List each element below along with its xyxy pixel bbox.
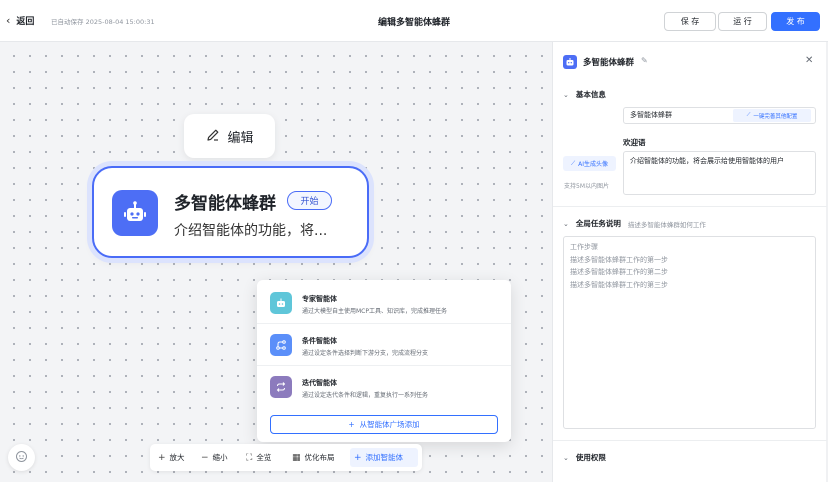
fullscreen-icon: ⛶: [246, 452, 253, 463]
robot-icon: [563, 55, 577, 69]
panel-title: 多智能体蜂群: [583, 58, 635, 68]
optimize-layout-label: 优化布局: [304, 453, 335, 462]
welcome-textarea[interactable]: 介绍智能体的功能，将会展示给使用智能体的用户: [623, 151, 816, 195]
add-agent-label: 添加智能体: [365, 453, 404, 462]
task-line: 描述多智能体蜂群工作的第一步: [570, 255, 668, 264]
menu-item-name: 条件智能体: [302, 337, 337, 345]
menu-item-iteration-agent[interactable]: 迭代智能体 通过设定迭代条件和逻辑，重复执行一系列任务: [257, 368, 511, 408]
edit-name-icon[interactable]: ✎: [641, 56, 648, 65]
menu-item-name: 专家智能体: [302, 295, 337, 303]
zoom-out-button[interactable]: − 缩小: [197, 448, 232, 467]
properties-panel: 多智能体蜂群 ✎ ✕ ⌄ 基本信息 多智能体蜂群 ⟋ 一键完善其他配置 欢迎语 …: [552, 42, 828, 482]
divider: [553, 206, 827, 207]
magic-wand-icon: ⟋: [746, 112, 751, 118]
add-agent-button[interactable]: + 添加智能体: [350, 448, 418, 467]
node-name: 多智能体蜂群: [174, 194, 276, 214]
loop-icon: [270, 376, 292, 398]
robot-avatar-icon: [112, 190, 158, 236]
section-permissions[interactable]: ⌄ 使用权限: [563, 452, 606, 463]
fit-view-label: 全览: [256, 453, 272, 462]
node-description: 介绍智能体的功能，将...: [174, 223, 328, 239]
menu-item-desc: 通过设定迭代条件和逻辑，重复执行一系列任务: [302, 392, 429, 399]
layout-icon: ▦: [292, 452, 301, 463]
publish-button[interactable]: 发 布: [771, 12, 820, 31]
start-badge: 开始: [287, 191, 332, 210]
robot-icon: [270, 292, 292, 314]
chat-icon: [15, 450, 28, 465]
menu-item-desc: 通过大模型自主使用MCP工具、知识库，完成推理任务: [302, 308, 447, 315]
ai-avatar-button[interactable]: ⟋ AI生成头像: [563, 156, 616, 171]
fit-view-button[interactable]: ⛶ 全览: [242, 448, 275, 467]
assistant-float-button[interactable]: [8, 444, 35, 471]
section-title: 全局任务说明: [575, 219, 621, 228]
add-from-plaza-label: 从智能体广场添加: [359, 420, 420, 429]
chevron-down-icon: ⌄: [563, 90, 569, 99]
menu-item-condition-agent[interactable]: 条件智能体 通过设定条件选择判断下游分支，完成流程分支: [257, 326, 511, 366]
zoom-out-label: 缩小: [212, 453, 228, 462]
section-subtitle: 描述多智能体蜂群如何工作: [627, 220, 706, 229]
zoom-in-label: 放大: [169, 453, 185, 462]
chevron-down-icon: ⌄: [563, 453, 569, 462]
add-agent-menu: 专家智能体 通过大模型自主使用MCP工具、知识库，完成推理任务 条件智能体 通过…: [257, 280, 511, 442]
task-line: 描述多智能体蜂群工作的第二步: [570, 268, 668, 276]
welcome-label: 欢迎语: [623, 138, 646, 147]
task-line: 描述多智能体蜂群工作的第三步: [570, 280, 668, 289]
divider: [553, 440, 827, 441]
close-icon[interactable]: ✕: [805, 55, 813, 66]
save-button[interactable]: 保 存: [664, 12, 716, 31]
menu-item-name: 迭代智能体: [302, 379, 337, 387]
plus-icon: +: [354, 452, 362, 463]
plus-icon: +: [348, 420, 355, 429]
canvas-toolbar: + 放大 − 缩小 ⛶ 全览 ▦ 优化布局 + 添加智能体: [150, 444, 422, 471]
section-title: 使用权限: [575, 453, 606, 462]
plus-icon: +: [158, 452, 166, 463]
run-button[interactable]: 运 行: [718, 12, 767, 31]
auto-complete-label: 一键完善其他配置: [753, 113, 798, 120]
menu-item-expert-agent[interactable]: 专家智能体 通过大模型自主使用MCP工具、知识库，完成推理任务: [257, 284, 511, 324]
section-basic-info[interactable]: ⌄ 基本信息: [563, 89, 606, 100]
top-bar: ‹ 返回 已自动保存 2025-08-04 15:00:31 编辑多智能体蜂群 …: [0, 0, 828, 42]
ai-avatar-label: AI生成头像: [578, 161, 609, 168]
chevron-down-icon: ⌄: [563, 219, 569, 228]
upload-hint: 支持5M以内图片: [564, 183, 609, 190]
magic-wand-icon: ⟋: [570, 159, 576, 167]
task-line: 工作步骤: [570, 243, 598, 251]
add-from-plaza-button[interactable]: + 从智能体广场添加: [270, 415, 498, 434]
section-title: 基本信息: [575, 90, 606, 99]
branch-icon: [270, 334, 292, 356]
minus-icon: −: [201, 452, 209, 463]
edit-label: 编辑: [227, 130, 254, 146]
optimize-layout-button[interactable]: ▦ 优化布局: [288, 448, 339, 467]
properties-panel-body: 多智能体蜂群 ✎ ✕ ⌄ 基本信息 多智能体蜂群 ⟋ 一键完善其他配置 欢迎语 …: [552, 42, 827, 482]
start-agent-node[interactable]: 多智能体蜂群 开始 介绍智能体的功能，将...: [92, 166, 369, 258]
pencil-icon: [205, 127, 221, 145]
menu-item-desc: 通过设定条件选择判断下游分支，完成流程分支: [302, 350, 429, 357]
section-global-task[interactable]: ⌄ 全局任务说明 描述多智能体蜂群如何工作: [563, 218, 706, 229]
zoom-in-button[interactable]: + 放大: [154, 448, 189, 467]
auto-complete-button[interactable]: ⟋ 一键完善其他配置: [733, 109, 811, 122]
edit-button[interactable]: 编辑: [184, 114, 275, 158]
global-task-textarea[interactable]: 工作步骤 描述多智能体蜂群工作的第一步 描述多智能体蜂群工作的第二步 描述多智能…: [563, 236, 816, 429]
workflow-canvas[interactable]: 编辑 多智能体蜂群 开始 介绍智能体的功能，将... 专家智能体 通过大模型自主…: [0, 42, 552, 482]
